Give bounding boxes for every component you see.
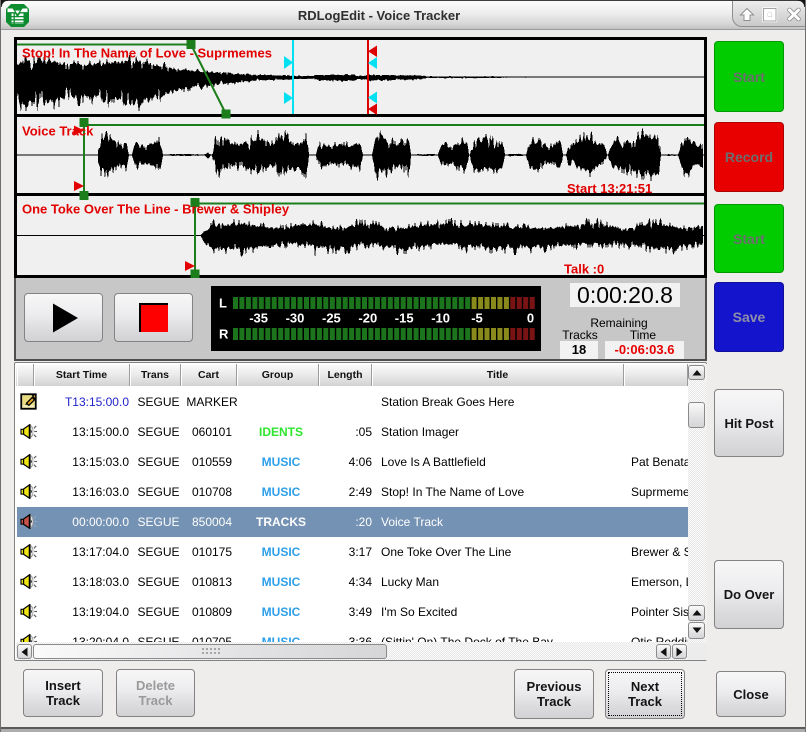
svg-text:L: L [219, 296, 227, 311]
svg-text:-20: -20 [358, 311, 377, 326]
svg-text:Talk :0: Talk :0 [564, 262, 604, 277]
svg-text:Start 13:21:51: Start 13:21:51 [567, 181, 652, 196]
svg-text:-10: -10 [431, 311, 450, 326]
svg-text:-5: -5 [471, 311, 483, 326]
svg-text:-25: -25 [322, 311, 341, 326]
svg-text:-15: -15 [395, 311, 414, 326]
svg-text:-30: -30 [286, 311, 305, 326]
svg-text:-35: -35 [249, 311, 268, 326]
svg-text:Voice Track: Voice Track [22, 124, 94, 139]
svg-text:Stop! In The Name of Love - Su: Stop! In The Name of Love - Suprmemes [22, 46, 272, 61]
svg-text:One Toke Over The Line - Brewe: One Toke Over The Line - Brewer & Shiple… [22, 202, 290, 217]
svg-text:0: 0 [527, 311, 534, 326]
svg-text:R: R [219, 327, 229, 342]
